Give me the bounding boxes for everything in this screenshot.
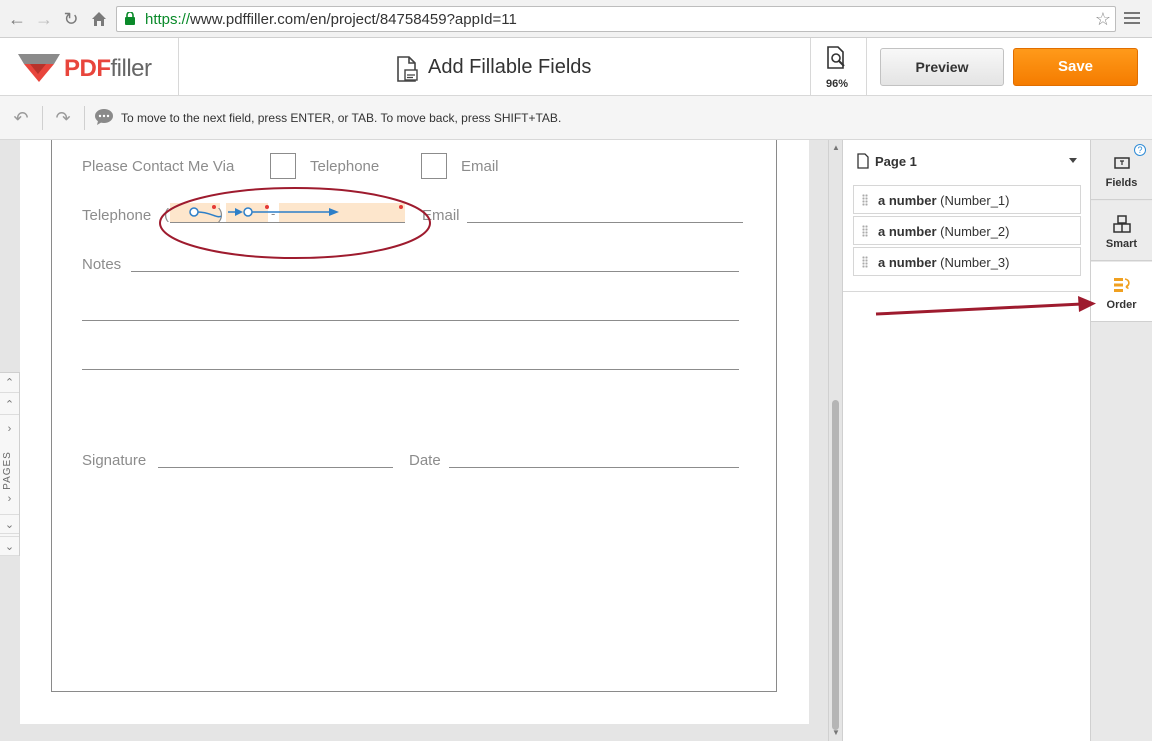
signature-line: [158, 467, 393, 468]
telephone-option-label: Telephone: [310, 158, 380, 175]
page-selector-label: Page 1: [875, 154, 917, 169]
telephone-checkbox[interactable]: [270, 153, 296, 179]
home-icon[interactable]: [88, 8, 110, 30]
order-item-label: a number (Number_3): [878, 255, 1010, 270]
required-marker: [265, 205, 269, 209]
fields-icon: [1114, 157, 1130, 169]
back-icon[interactable]: ←: [6, 8, 28, 30]
email-checkbox[interactable]: [421, 153, 447, 179]
order-item-label: a number (Number_1): [878, 193, 1010, 208]
order-item-label: a number (Number_2): [878, 224, 1010, 239]
document-scrollbar[interactable]: ▲ ▼: [828, 140, 842, 741]
email-label: Email: [422, 207, 460, 224]
order-item[interactable]: a number (Number_3): [853, 247, 1081, 276]
drag-handle-icon[interactable]: [862, 256, 868, 268]
chevron-down-icon: [1069, 158, 1077, 163]
chat-bubble-icon: [95, 109, 113, 125]
pages-label: PAGES: [1, 451, 13, 490]
tab-smart[interactable]: Smart: [1091, 201, 1152, 261]
scroll-up-arrow[interactable]: ▲: [832, 144, 840, 152]
hint-toolbar: ↶ ↷ To move to the next field, press ENT…: [0, 96, 1152, 140]
browser-toolbar: ← → ↻ https://www.pdffiller.com/en/proje…: [0, 0, 1152, 38]
last-page-icon[interactable]: ⌄: [0, 536, 19, 556]
signature-label: Signature: [82, 452, 147, 469]
order-panel: Page 1 a number (Number_1) a number (Num…: [842, 140, 1091, 741]
required-marker: [212, 205, 216, 209]
order-icon: [1114, 278, 1130, 292]
scroll-down-arrow[interactable]: ▼: [832, 729, 840, 737]
logo-text: PDFfiller: [64, 55, 152, 82]
tab-order[interactable]: Order: [1091, 262, 1152, 322]
telephone-label: Telephone: [82, 207, 152, 224]
forward-icon[interactable]: →: [33, 8, 55, 30]
tab-fields-label: Fields: [1105, 177, 1138, 189]
paren-open: (: [164, 206, 169, 223]
telephone-line: [170, 222, 405, 223]
email-option-label: Email: [461, 158, 499, 175]
order-item[interactable]: a number (Number_2): [853, 216, 1081, 245]
paren-close: ): [218, 206, 223, 223]
menu-icon[interactable]: [1124, 9, 1140, 29]
document-viewport[interactable]: Please Contact Me Via Telephone Email Te…: [0, 140, 842, 741]
hint-text: To move to the next field, press ENTER, …: [121, 111, 562, 125]
help-icon[interactable]: ?: [1134, 144, 1146, 156]
document-page: Please Contact Me Via Telephone Email Te…: [20, 140, 809, 724]
date-label: Date: [409, 452, 441, 469]
toolbar-divider: [42, 106, 43, 130]
header-divider: [866, 38, 867, 96]
next-page-icon[interactable]: ⌄: [0, 514, 19, 534]
dash-separator: -: [271, 206, 276, 221]
zoom-level[interactable]: 96%: [826, 78, 848, 90]
notes-line-1: [131, 271, 739, 272]
number-field-2[interactable]: [226, 203, 268, 223]
app-header: PDFfiller Add Fillable Fields 96% Previe…: [0, 38, 1152, 96]
page-title-text: Add Fillable Fields: [428, 56, 592, 78]
zoom-icon[interactable]: [826, 46, 848, 70]
redo-icon[interactable]: ↷: [53, 108, 73, 128]
tab-fields[interactable]: Fields ?: [1091, 140, 1152, 200]
address-bar[interactable]: https://www.pdffiller.com/en/project/847…: [116, 6, 1116, 32]
expand-pages-icon[interactable]: ›: [0, 419, 19, 439]
tab-order-label: Order: [1106, 299, 1137, 311]
notes-label: Notes: [82, 256, 122, 273]
panel-divider: [843, 291, 1091, 292]
tab-smart-label: Smart: [1105, 238, 1138, 250]
url-text: https://www.pdffiller.com/en/project/847…: [145, 11, 517, 28]
contact-via-label: Please Contact Me Via: [82, 158, 235, 175]
star-icon[interactable]: ☆: [1095, 9, 1111, 30]
drag-handle-icon[interactable]: [862, 225, 868, 237]
expand-pages-icon[interactable]: ›: [0, 489, 19, 509]
first-page-icon[interactable]: ⌃: [0, 373, 19, 393]
smart-icon: [1113, 215, 1131, 233]
fillable-document-icon: [397, 56, 418, 82]
required-marker: [399, 205, 403, 209]
notes-line-2: [82, 320, 739, 321]
order-item[interactable]: a number (Number_1): [853, 185, 1081, 214]
scrollbar-thumb[interactable]: [832, 400, 839, 730]
save-button[interactable]: Save: [1013, 48, 1138, 86]
toolbar-divider: [84, 106, 85, 130]
header-divider: [810, 38, 811, 96]
notes-line-3: [82, 369, 739, 370]
preview-button[interactable]: Preview: [880, 48, 1004, 86]
previous-page-icon[interactable]: ⌃: [0, 395, 19, 415]
number-field-3[interactable]: [279, 203, 405, 223]
app-window: ← → ↻ https://www.pdffiller.com/en/proje…: [0, 0, 1152, 741]
undo-icon[interactable]: ↶: [11, 108, 31, 128]
date-line: [449, 467, 739, 468]
reload-icon[interactable]: ↻: [60, 8, 82, 30]
lock-icon: [125, 12, 135, 25]
tool-tabs: Fields ? Smart Order: [1090, 140, 1152, 741]
pages-panel-tab[interactable]: ⌃ ⌃ › PAGES › ⌄ ⌄: [0, 372, 20, 556]
email-line: [467, 222, 743, 223]
page-selector[interactable]: Page 1: [853, 150, 1083, 174]
header-divider: [178, 38, 179, 96]
page-icon: [857, 153, 869, 169]
drag-handle-icon[interactable]: [862, 194, 868, 206]
